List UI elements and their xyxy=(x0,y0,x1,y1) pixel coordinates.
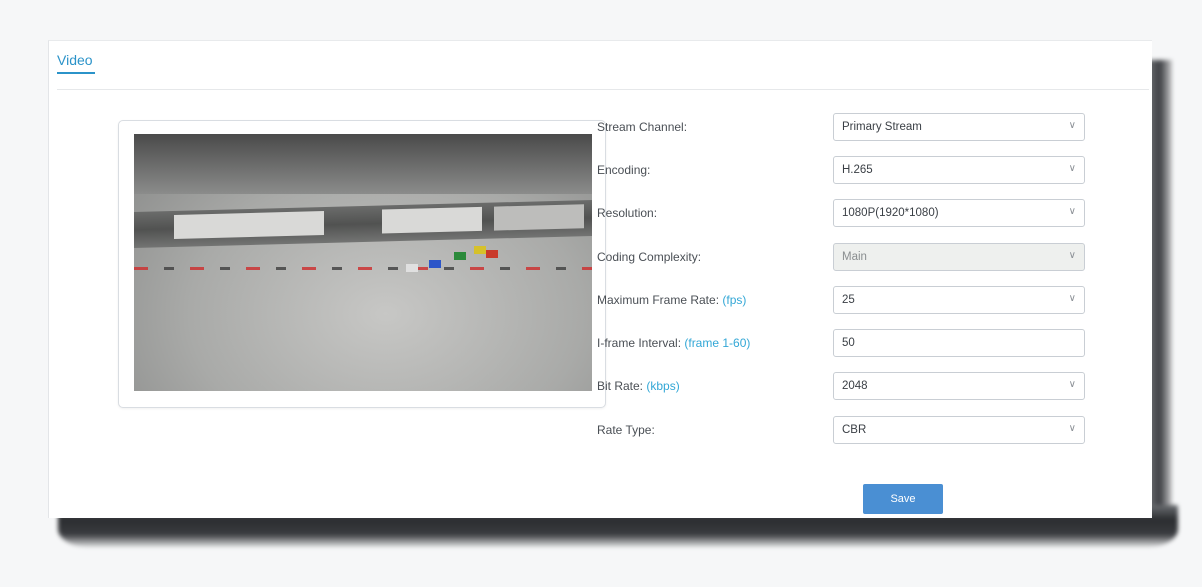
encoding-row: Encoding: H.265 ∨ xyxy=(597,156,1097,186)
rate-type-select[interactable]: CBR ∨ xyxy=(833,416,1085,444)
resolution-row: Resolution: 1080P(1920*1080) ∨ xyxy=(597,199,1097,229)
max-frame-rate-select[interactable]: 25 ∨ xyxy=(833,286,1085,314)
rate-type-label-text: Rate Type: xyxy=(597,423,655,437)
iframe-interval-label-text: I-frame Interval: xyxy=(597,336,685,350)
iframe-interval-row: I-frame Interval: (frame 1-60) 50 xyxy=(597,329,1097,359)
encoding-label: Encoding: xyxy=(597,163,650,177)
max-frame-rate-label: Maximum Frame Rate: (fps) xyxy=(597,293,746,307)
tab-video[interactable]: Video xyxy=(57,52,93,68)
coding-complexity-row: Coding Complexity: Main ∨ xyxy=(597,243,1097,273)
video-preview-frame xyxy=(118,120,606,408)
bit-rate-unit: (kbps) xyxy=(646,379,680,393)
chevron-down-icon: ∨ xyxy=(1068,293,1076,304)
rate-type-label: Rate Type: xyxy=(597,423,655,437)
chevron-down-icon: ∨ xyxy=(1068,379,1076,390)
stream-channel-label-text: Stream Channel: xyxy=(597,120,688,134)
rate-type-row: Rate Type: CBR ∨ xyxy=(597,416,1097,446)
tab-active-indicator xyxy=(57,72,95,74)
encoding-select[interactable]: H.265 ∨ xyxy=(833,156,1085,184)
preview-light xyxy=(174,211,324,239)
preview-flag xyxy=(486,250,498,258)
save-button[interactable]: Save xyxy=(863,484,943,514)
chevron-down-icon: ∨ xyxy=(1068,250,1076,261)
preview-wall-line xyxy=(134,267,592,270)
preview-light xyxy=(382,206,482,234)
iframe-interval-value: 50 xyxy=(842,337,855,349)
tab-divider xyxy=(57,89,1149,90)
video-settings-panel: Video Stream Channel: Primary Stream ∨ E… xyxy=(48,40,1152,518)
preview-flag xyxy=(454,252,466,260)
live-video-preview xyxy=(134,134,592,391)
resolution-label-text: Resolution: xyxy=(597,206,658,220)
preview-flag xyxy=(406,264,418,272)
preview-flag xyxy=(474,246,486,254)
bit-rate-select[interactable]: 2048 ∨ xyxy=(833,372,1085,400)
chevron-down-icon: ∨ xyxy=(1068,163,1076,174)
chevron-down-icon: ∨ xyxy=(1068,120,1076,131)
iframe-interval-label: I-frame Interval: (frame 1-60) xyxy=(597,336,750,350)
stream-channel-select[interactable]: Primary Stream ∨ xyxy=(833,113,1085,141)
coding-complexity-label: Coding Complexity: xyxy=(597,250,701,264)
stream-channel-row: Stream Channel: Primary Stream ∨ xyxy=(597,113,1097,143)
stream-channel-label: Stream Channel: xyxy=(597,120,687,134)
bit-rate-label: Bit Rate: (kbps) xyxy=(597,379,680,393)
iframe-interval-input[interactable]: 50 xyxy=(833,329,1085,357)
screen: Video Stream Channel: Primary Stream ∨ E… xyxy=(0,0,1202,587)
max-frame-rate-row: Maximum Frame Rate: (fps) 25 ∨ xyxy=(597,286,1097,316)
max-frame-rate-value: 25 xyxy=(842,294,855,306)
chevron-down-icon: ∨ xyxy=(1068,423,1076,434)
bit-rate-value: 2048 xyxy=(842,380,868,392)
encoding-value: H.265 xyxy=(842,164,873,176)
resolution-label: Resolution: xyxy=(597,206,657,220)
chevron-down-icon: ∨ xyxy=(1068,206,1076,217)
preview-ceiling xyxy=(134,134,592,194)
resolution-value: 1080P(1920*1080) xyxy=(842,207,939,219)
coding-complexity-value: Main xyxy=(842,251,867,263)
max-frame-rate-unit: (fps) xyxy=(722,293,747,307)
stream-channel-value: Primary Stream xyxy=(842,121,922,133)
encoding-label-text: Encoding: xyxy=(597,163,651,177)
preview-flag xyxy=(429,260,441,268)
preview-light xyxy=(494,204,584,231)
coding-complexity-label-text: Coding Complexity: xyxy=(597,250,702,264)
resolution-select[interactable]: 1080P(1920*1080) ∨ xyxy=(833,199,1085,227)
bit-rate-row: Bit Rate: (kbps) 2048 ∨ xyxy=(597,372,1097,402)
rate-type-value: CBR xyxy=(842,424,867,436)
bit-rate-label-text: Bit Rate: xyxy=(597,379,647,393)
iframe-interval-unit: (frame 1-60) xyxy=(684,336,751,350)
coding-complexity-select: Main ∨ xyxy=(833,243,1085,271)
preview-beam xyxy=(134,200,592,248)
max-frame-rate-label-text: Maximum Frame Rate: xyxy=(597,293,723,307)
